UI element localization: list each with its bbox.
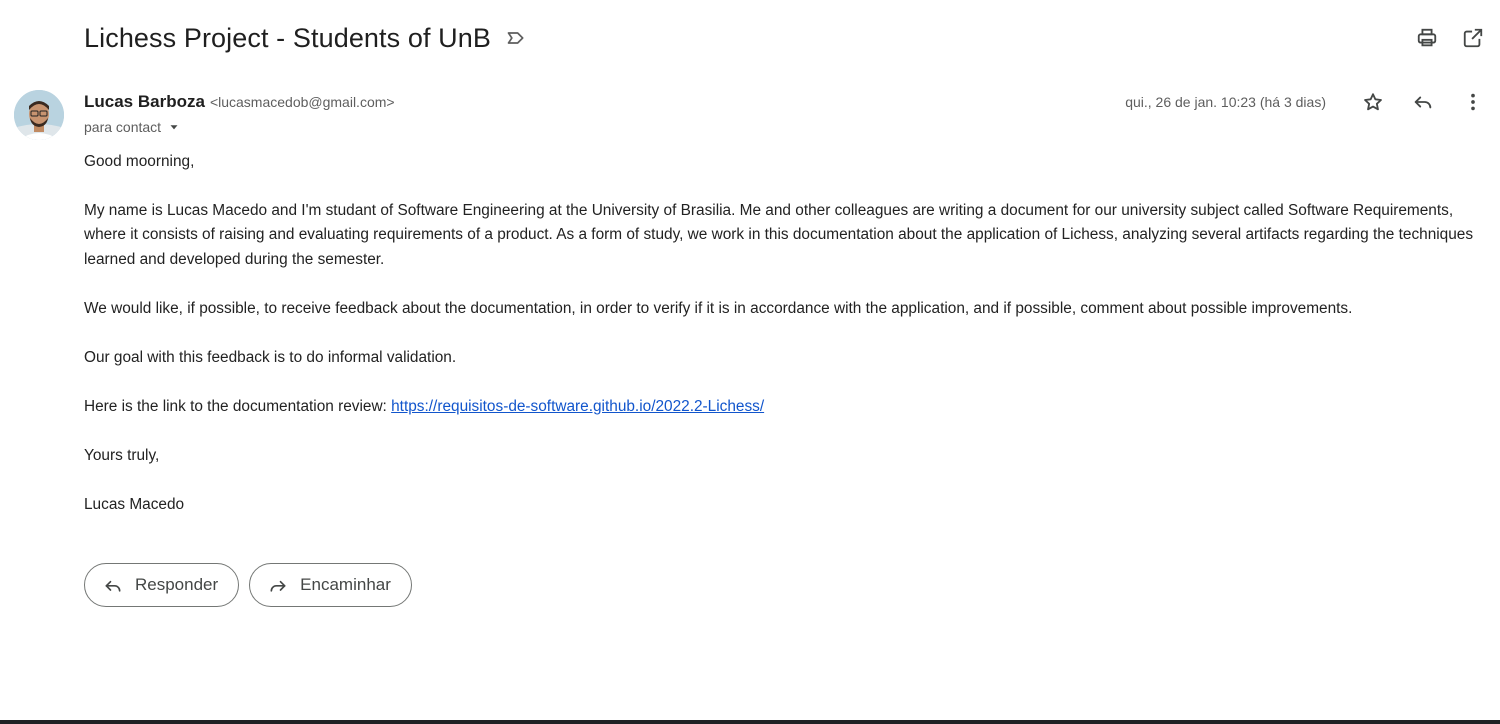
documentation-link[interactable]: https://requisitos-de-software.github.io… xyxy=(391,398,764,415)
forward-button[interactable]: Encaminhar xyxy=(249,563,412,607)
body-greeting: Good moorning, xyxy=(84,153,195,170)
more-options-icon[interactable] xyxy=(1460,89,1486,115)
forward-button-label: Encaminhar xyxy=(300,575,391,594)
reply-icon[interactable] xyxy=(1410,89,1436,115)
forward-icon xyxy=(268,575,288,595)
body-paragraph-3: Our goal with this feedback is to do inf… xyxy=(84,348,457,366)
message-meta: qui., 26 de jan. 10:23 (há 3 dias) xyxy=(1125,89,1486,115)
caret-down-icon xyxy=(167,120,181,134)
body-paragraph-1: My name is Lucas Macedo and I'm studant … xyxy=(84,202,1474,268)
label-icon[interactable] xyxy=(505,27,527,49)
print-icon[interactable] xyxy=(1414,25,1440,51)
reply-icon xyxy=(103,575,123,595)
top-actions xyxy=(1414,25,1486,51)
body-link-paragraph: Here is the link to the documentation re… xyxy=(84,395,1486,419)
sender-name[interactable]: Lucas Barboza xyxy=(84,92,205,112)
email-body: Good moorning, My name is Lucas Macedo a… xyxy=(84,150,1486,542)
recipients-label: para contact xyxy=(84,119,162,135)
star-icon[interactable] xyxy=(1360,89,1386,115)
email-subject: Lichess Project - Students of UnB xyxy=(84,22,491,53)
sender-email: <lucasmacedob@gmail.com> xyxy=(209,94,395,110)
body-closing: Yours truly, xyxy=(84,446,160,464)
open-in-new-window-icon[interactable] xyxy=(1460,25,1486,51)
reply-actions: Responder Encaminhar xyxy=(84,563,412,607)
body-paragraph-2: We would like, if possible, to receive f… xyxy=(84,299,1353,317)
email-view: Lichess Project - Students of UnB Lucas … xyxy=(0,0,1500,724)
message-date: qui., 26 de jan. 10:23 (há 3 dias) xyxy=(1125,94,1326,110)
recipients-toggle[interactable]: para contact xyxy=(84,117,181,137)
sender-avatar[interactable] xyxy=(14,90,64,140)
body-signature: Lucas Macedo xyxy=(84,495,185,513)
subject-header: Lichess Project - Students of UnB xyxy=(84,18,1486,58)
link-intro-text: Here is the link to the documentation re… xyxy=(84,397,392,415)
reply-button-label: Responder xyxy=(135,575,219,594)
reply-button[interactable]: Responder xyxy=(84,563,240,607)
sender-row: Lucas Barboza <lucasmacedob@gmail.com> q… xyxy=(84,90,1486,114)
